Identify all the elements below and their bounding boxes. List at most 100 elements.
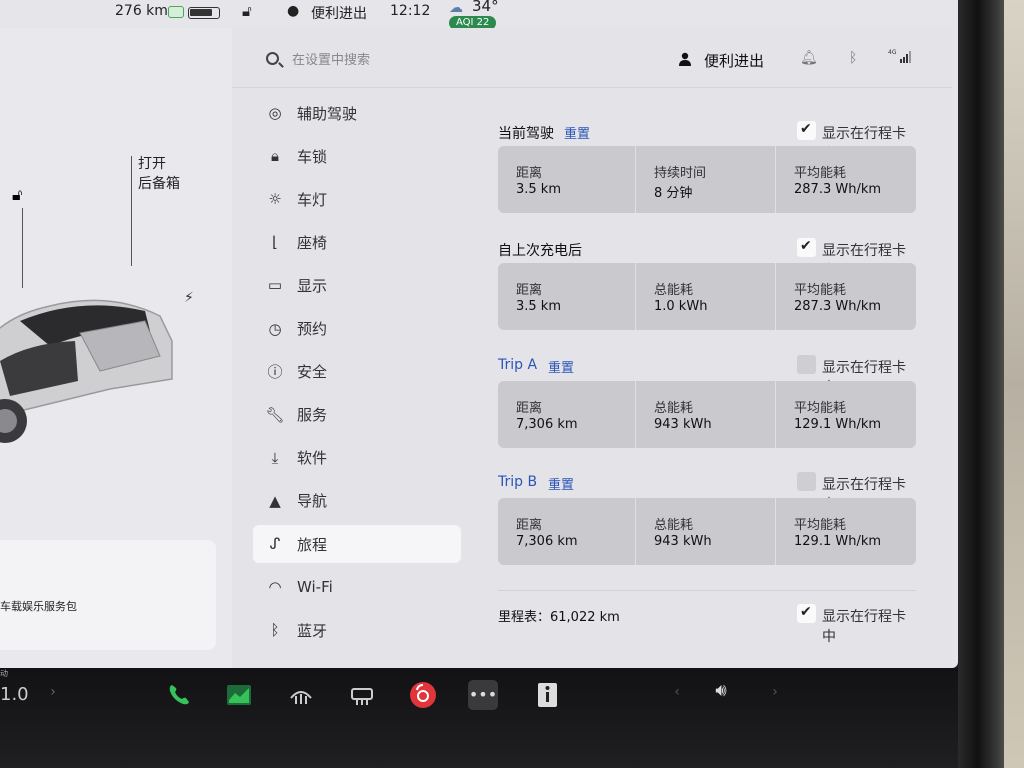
stat-value: 1.0 kWh bbox=[654, 299, 708, 314]
lock-status-icon[interactable]: 🔓︎ bbox=[242, 2, 252, 20]
unlock-icon[interactable]: 🔓︎ bbox=[12, 185, 22, 205]
schedule-icon: ◷ bbox=[268, 319, 282, 338]
nav-item[interactable]: ◎ 辅助驾驶 bbox=[253, 94, 461, 132]
stat-label: 总能耗 bbox=[654, 518, 694, 533]
current-drive-title: 当前驾驶 bbox=[498, 126, 554, 142]
media-card-text: 车载娱乐服务包 bbox=[0, 600, 77, 613]
stat-value: 8 分钟 bbox=[654, 186, 693, 201]
charge-port-icon bbox=[168, 6, 184, 18]
rear-defrost-icon[interactable] bbox=[347, 680, 377, 710]
screen-bezel bbox=[958, 0, 1024, 768]
energy-chart-icon[interactable] bbox=[224, 680, 254, 710]
status-bar: 276 km 🔓︎ ● 便利进出 12:12 ☁ 34° AQI 22 bbox=[0, 0, 958, 30]
charging-plug-icon[interactable]: ⚡ bbox=[184, 290, 194, 306]
trip-a-header: Trip A 重置 显示在行程卡中 bbox=[498, 355, 918, 396]
nav-item[interactable]: ᔑ 旅程 bbox=[253, 525, 461, 563]
nav-item[interactable]: 🔧︎ 服务 bbox=[253, 396, 461, 434]
open-trunk-button[interactable]: 打开 后备箱 bbox=[138, 154, 180, 194]
stat-value: 287.3 Wh/km bbox=[794, 299, 882, 314]
trip-b-header: Trip B 重置 显示在行程卡中 bbox=[498, 472, 918, 513]
stat-value: 3.5 km bbox=[516, 182, 561, 197]
since-charge-show-checkbox[interactable] bbox=[797, 238, 816, 257]
stat-label: 总能耗 bbox=[654, 283, 694, 298]
nav-item[interactable]: ⤓ 软件 bbox=[253, 439, 461, 477]
svg-text:4G: 4G bbox=[888, 49, 897, 56]
stat-label: 总能耗 bbox=[654, 401, 694, 416]
stat-label: 平均能耗 bbox=[794, 401, 847, 416]
current-drive-reset-button[interactable]: 重置 bbox=[564, 123, 590, 142]
temp-increase-chevron-icon[interactable]: › bbox=[38, 684, 68, 714]
nav-item[interactable]: ▭ 显示 bbox=[253, 266, 461, 304]
driver-profile-name[interactable]: 便利进出 bbox=[704, 50, 764, 71]
stat-label: 距离 bbox=[516, 166, 543, 181]
current-drive-show-checkbox[interactable] bbox=[797, 121, 816, 140]
volume-icon[interactable]: 🔊︎ bbox=[706, 680, 736, 710]
manual-info-icon[interactable] bbox=[532, 680, 562, 710]
settings-panel: 便利进出 🔔︎ ᛒ 4G ◎ 辅助驾驶 🔒︎ 车锁 ☼ 车灯 ⌊ 座椅 ▭ 显示 ◷ 预约 ⓘ 安全 🔧︎ 服… bbox=[232, 28, 952, 668]
media-card[interactable]: 车载娱乐服务包 bbox=[0, 540, 216, 650]
nav-item[interactable]: ᛒ 蓝牙 bbox=[253, 611, 461, 649]
navigation-icon: ▲ bbox=[269, 491, 281, 510]
nav-item[interactable]: ◠ Wi-Fi bbox=[253, 568, 461, 606]
odometer-readout: 里程表：61,022 km bbox=[498, 610, 620, 625]
trip-a-reset-button[interactable]: 重置 bbox=[548, 357, 574, 376]
stat-value: 7,306 km bbox=[516, 534, 578, 549]
cabin-temperature[interactable]: 1.0 bbox=[0, 684, 29, 705]
search-icon bbox=[266, 52, 279, 65]
nav-item[interactable]: ◷ 预约 bbox=[253, 310, 461, 348]
nav-item-label: 车锁 bbox=[297, 147, 328, 166]
signal-4g-icon: 4G bbox=[888, 49, 911, 63]
volume-down-chevron-icon[interactable]: ‹ bbox=[662, 684, 692, 714]
bluetooth-icon[interactable]: ᛒ bbox=[849, 50, 857, 66]
stat-cell: 距离 3.5 km bbox=[498, 263, 636, 330]
nav-item[interactable]: ⓘ 安全 bbox=[253, 353, 461, 391]
trip-a-show-checkbox[interactable] bbox=[797, 355, 816, 374]
trunk-label-line2: 后备箱 bbox=[138, 176, 180, 192]
divider bbox=[498, 590, 916, 591]
stat-cell: 持续时间 8 分钟 bbox=[636, 146, 776, 213]
nav-item[interactable]: ▲ 导航 bbox=[253, 482, 461, 520]
weather-icon: ☁ bbox=[449, 0, 463, 16]
nav-item-label: Wi-Fi bbox=[297, 578, 333, 597]
stat-cell: 距离 3.5 km bbox=[498, 146, 636, 213]
current-drive-stats: 距离 3.5 km 持续时间 8 分钟 平均能耗 287.3 Wh/km bbox=[498, 146, 916, 213]
stat-value: 287.3 Wh/km bbox=[794, 182, 882, 197]
odometer-show-checkbox[interactable] bbox=[797, 604, 816, 623]
download-icon: ⤓ bbox=[271, 448, 279, 467]
stat-label: 平均能耗 bbox=[794, 166, 847, 181]
stat-label: 距离 bbox=[516, 518, 543, 533]
profile-name[interactable]: 便利进出 bbox=[311, 3, 367, 23]
nav-item-label: 辅助驾驶 bbox=[297, 104, 358, 123]
settings-search-input[interactable] bbox=[292, 50, 612, 70]
more-apps-icon[interactable]: ••• bbox=[468, 680, 498, 710]
since-charge-stats: 距离 3.5 km 总能耗 1.0 kWh 平均能耗 287.3 Wh/km bbox=[498, 263, 916, 330]
nav-item[interactable]: ☼ 车灯 bbox=[253, 180, 461, 218]
stat-cell: 距离 7,306 km bbox=[498, 498, 636, 565]
phone-icon[interactable] bbox=[164, 680, 194, 710]
stat-label: 平均能耗 bbox=[794, 283, 847, 298]
stat-value: 943 kWh bbox=[654, 534, 712, 549]
nav-item-label: 服务 bbox=[297, 406, 328, 425]
stat-value: 129.1 Wh/km bbox=[794, 417, 882, 432]
light-icon: ☼ bbox=[268, 190, 282, 209]
nav-item-label: 蓝牙 bbox=[297, 621, 328, 640]
trip-b-reset-button[interactable]: 重置 bbox=[548, 474, 574, 493]
stat-label: 距离 bbox=[516, 283, 543, 298]
nav-item[interactable]: ⌊ 座椅 bbox=[253, 223, 461, 261]
volume-up-chevron-icon[interactable]: › bbox=[760, 684, 790, 714]
lock-icon: 🔒︎ bbox=[271, 147, 279, 166]
profile-icon[interactable]: ● bbox=[287, 3, 299, 19]
front-defrost-icon[interactable] bbox=[286, 680, 316, 710]
bell-icon[interactable]: 🔔︎ bbox=[800, 50, 818, 66]
trip-b-show-checkbox[interactable] bbox=[797, 472, 816, 491]
nav-item-label: 座椅 bbox=[297, 233, 328, 252]
nav-item-label: 软件 bbox=[297, 449, 328, 468]
nav-item-label: 预约 bbox=[297, 320, 328, 338]
odometer-show-label: 显示在行程卡中 bbox=[822, 609, 906, 645]
car-visualization: 打开 后备箱 🔓︎ ⚡ 车载娱乐服务包 bbox=[0, 28, 232, 668]
netease-music-icon[interactable] bbox=[408, 680, 438, 710]
stat-cell: 平均能耗 287.3 Wh/km bbox=[776, 263, 916, 330]
odometer-row: 里程表：61,022 km 显示在行程卡中 bbox=[498, 604, 918, 645]
nav-item[interactable]: 🔒︎ 车锁 bbox=[253, 137, 461, 175]
car-model-image bbox=[0, 299, 173, 443]
